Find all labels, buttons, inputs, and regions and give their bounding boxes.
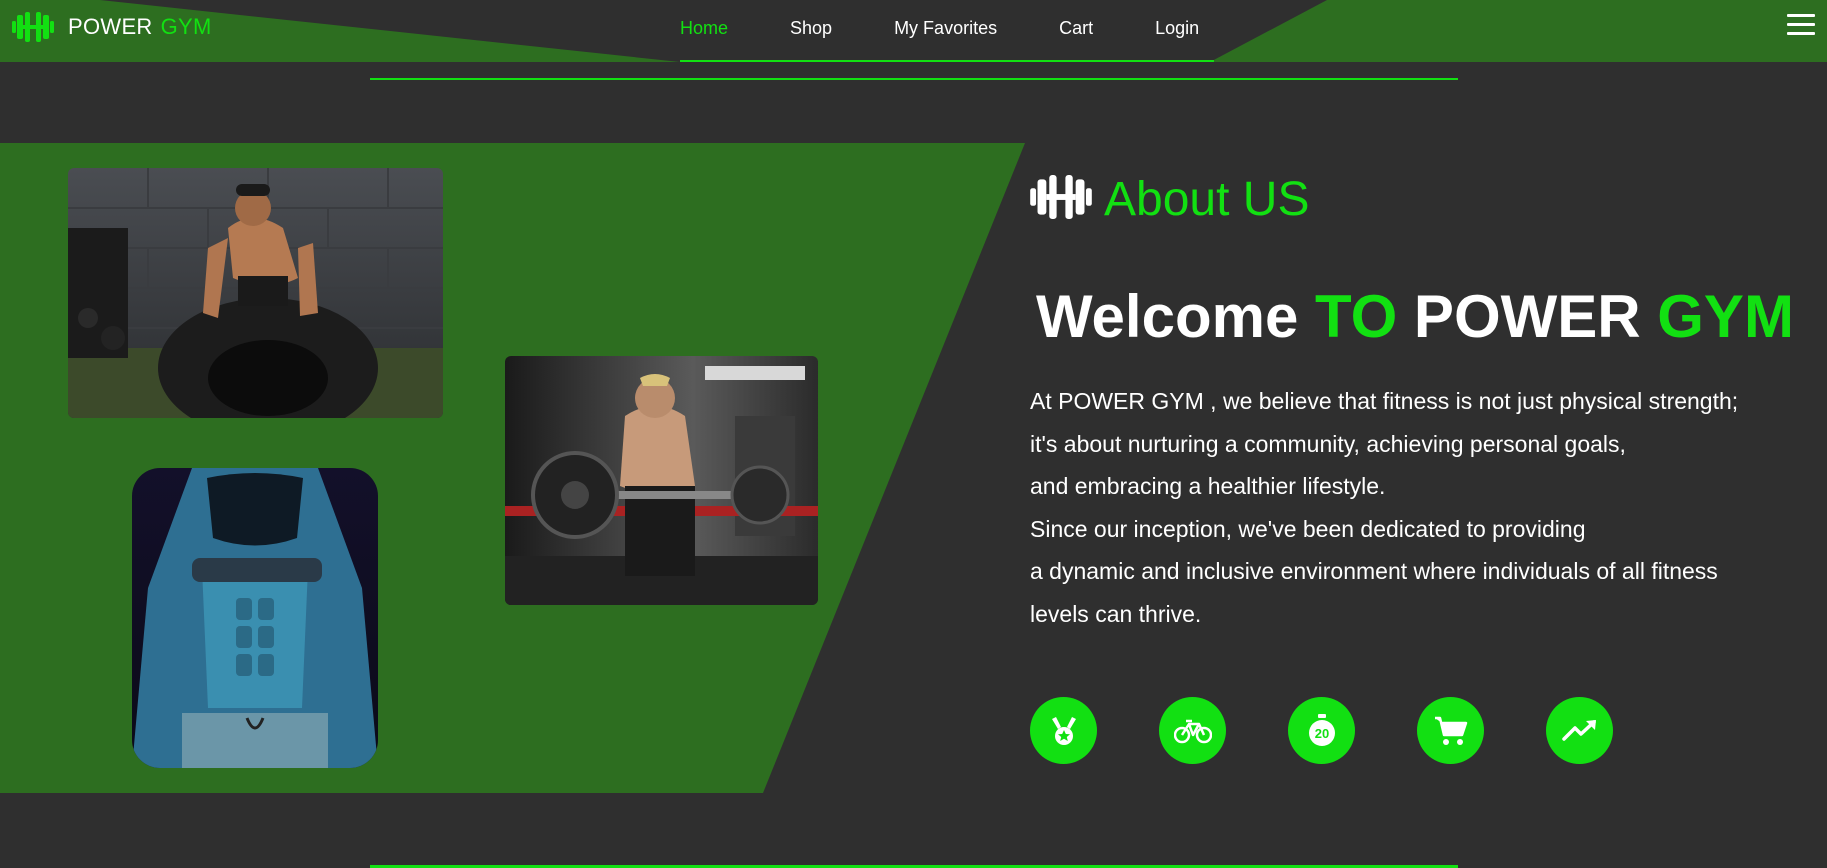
brand-name-gym: GYM	[160, 14, 212, 39]
photo-abs-hoodie	[132, 468, 378, 768]
feature-cart-button[interactable]	[1417, 697, 1484, 764]
medal-icon	[1051, 716, 1076, 745]
trending-up-icon	[1561, 719, 1596, 741]
svg-text:20: 20	[1314, 726, 1328, 741]
main-nav: Home Shop My Favorites Cart Login	[680, 18, 1261, 39]
feature-bicycle-button[interactable]	[1159, 697, 1226, 764]
brand-name: POWER GYM	[68, 14, 212, 40]
nav-cart[interactable]: Cart	[1059, 18, 1093, 39]
welcome-heading: Welcome TO POWER GYM	[1036, 282, 1794, 351]
nav-shop[interactable]: Shop	[790, 18, 832, 39]
bicycle-icon	[1173, 719, 1212, 743]
feature-stopwatch-button[interactable]: 20	[1288, 697, 1355, 764]
photo-barbell-curl	[505, 356, 818, 605]
nav-login[interactable]: Login	[1155, 18, 1199, 39]
feature-icons: 20	[1030, 697, 1613, 764]
about-line: a dynamic and inclusive environment wher…	[1030, 558, 1718, 584]
about-title-text: About US	[1104, 173, 1310, 226]
nav-home[interactable]: Home	[680, 18, 728, 39]
dumbbell-icon	[12, 12, 54, 42]
about-line: Since our inception, we've been dedicate…	[1030, 515, 1586, 542]
about-line: it's about nurturing a community, achiev…	[1030, 430, 1626, 457]
about-title: About US	[1030, 172, 1309, 227]
feature-medal-button[interactable]	[1030, 697, 1097, 764]
welcome-word-gym: GYM	[1657, 283, 1794, 350]
about-line: levels can thrive.	[1030, 600, 1202, 627]
stopwatch-20-icon: 20	[1308, 713, 1335, 746]
feature-trending-button[interactable]	[1546, 697, 1613, 764]
photo-tire-workout	[68, 168, 443, 418]
brand-logo[interactable]: POWER GYM	[12, 12, 212, 42]
welcome-word-power: POWER	[1413, 283, 1641, 350]
section-divider-top	[370, 78, 1458, 80]
nav-my-favorites[interactable]: My Favorites	[894, 18, 997, 39]
brand-name-power: POWER	[68, 14, 153, 39]
nav-underline	[680, 60, 1214, 62]
about-line: and embracing a healthier lifestyle.	[1030, 473, 1386, 499]
cart-icon	[1434, 716, 1467, 745]
top-navbar: POWER GYM Home Shop My Favorites Cart Log…	[0, 0, 1827, 62]
welcome-word-to: TO	[1315, 283, 1398, 350]
about-description: At POWER GYM , we believe that fitness i…	[1030, 380, 1827, 635]
dumbbell-icon	[1030, 175, 1092, 224]
welcome-word-welcome: Welcome	[1036, 283, 1299, 350]
hamburger-menu-icon[interactable]	[1787, 14, 1815, 38]
about-line: At POWER GYM , we believe that fitness i…	[1030, 388, 1739, 414]
